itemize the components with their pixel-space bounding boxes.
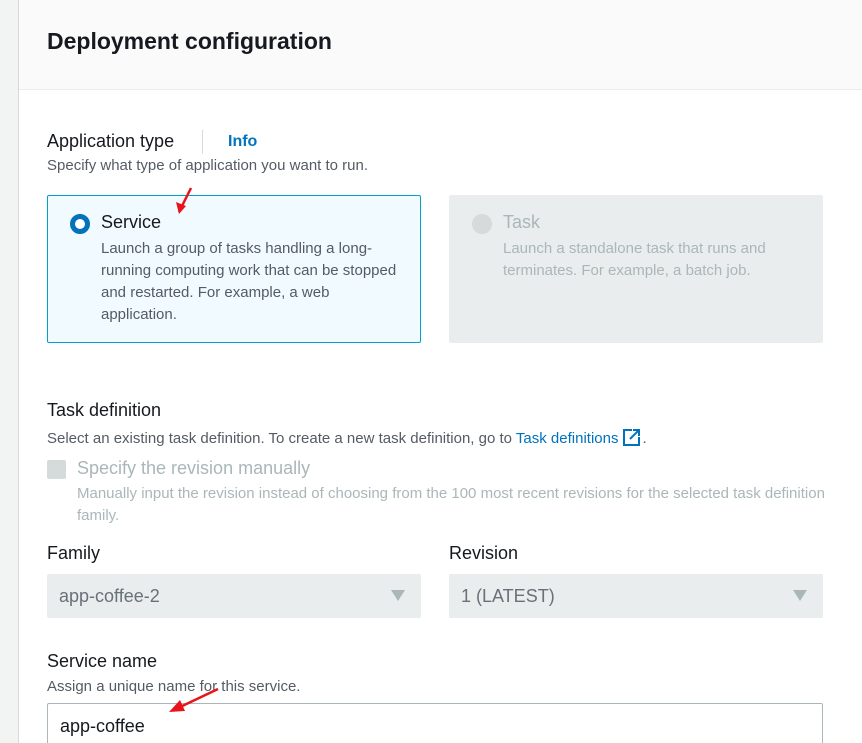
revision-select: 1 (LATEST) <box>449 574 823 618</box>
manual-revision-label: Specify the revision manually <box>77 458 311 478</box>
revision-value: 1 (LATEST) <box>461 586 555 606</box>
task-option-description: Launch a standalone task that runs and t… <box>503 240 766 279</box>
family-value: app-coffee-2 <box>59 586 160 606</box>
task-definition-description-suffix: . <box>642 430 647 447</box>
family-select: app-coffee-2 <box>47 574 421 618</box>
dropdown-caret-icon <box>793 590 807 601</box>
panel-title: Deployment configuration <box>47 28 332 54</box>
task-definition-description: Select an existing task definition. To c… <box>47 427 647 447</box>
service-name-label: Service name <box>47 651 158 671</box>
family-label: Family <box>47 543 100 563</box>
service-radio[interactable] <box>70 214 90 234</box>
task-definitions-link-label[interactable]: Task definitions <box>516 430 619 447</box>
service-option-tile[interactable]: Service Launch a group of tasks handling… <box>47 195 421 343</box>
task-option-tile: Task Launch a standalone task that runs … <box>449 195 823 343</box>
left-rail <box>0 0 19 743</box>
info-separator <box>202 130 203 154</box>
service-option-title: Service <box>101 212 162 232</box>
application-type-label: Application type <box>47 131 175 151</box>
task-radio <box>472 214 492 234</box>
task-definition-description-text: Select an existing task definition. To c… <box>47 430 516 447</box>
manual-revision-checkbox <box>47 460 66 479</box>
application-type-description: Specify what type of application you wan… <box>47 157 369 174</box>
service-option-description: Launch a group of tasks handling a long-… <box>101 240 397 323</box>
info-link[interactable]: Info <box>228 133 257 151</box>
task-definition-label: Task definition <box>47 400 162 420</box>
task-definitions-link[interactable]: Task definitions <box>516 427 643 447</box>
annotation-arrow-service <box>176 187 193 214</box>
panel-header: Deployment configuration <box>19 0 862 90</box>
manual-revision-description: Manually input the revision instead of c… <box>77 485 825 524</box>
revision-label: Revision <box>449 543 519 563</box>
task-option-title: Task <box>503 212 541 232</box>
page: Deployment configuration Application typ… <box>0 0 862 743</box>
annotation-arrow-service-name <box>169 687 219 712</box>
external-link-icon[interactable] <box>622 427 642 447</box>
service-name-value: app-coffee <box>60 716 145 736</box>
dropdown-caret-icon <box>391 590 405 601</box>
